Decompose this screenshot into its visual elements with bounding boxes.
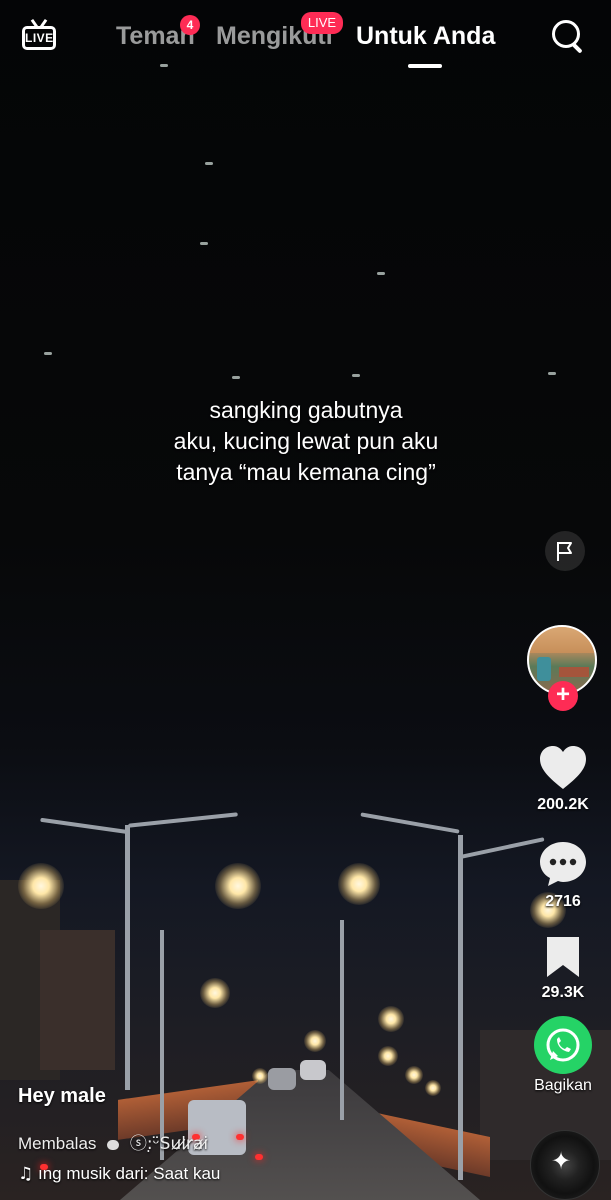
chat-bubble-icon bbox=[107, 1139, 120, 1150]
whatsapp-icon bbox=[546, 1028, 580, 1062]
comment-button[interactable]: 2716 bbox=[523, 840, 603, 911]
music-note-icon: ♫ bbox=[18, 1164, 34, 1184]
like-count: 200.2K bbox=[537, 796, 589, 813]
tab-mengikuti-live-badge: LIVE bbox=[301, 12, 343, 34]
follow-button[interactable]: + bbox=[548, 681, 578, 711]
caption-line: sangking gabutnya bbox=[209, 397, 403, 423]
bookmark-icon bbox=[547, 937, 579, 977]
live-button[interactable]: LIVE bbox=[22, 18, 62, 56]
tab-untuk-anda[interactable]: Untuk Anda bbox=[356, 22, 495, 51]
comment-count: 2716 bbox=[545, 893, 581, 910]
reply-prefix: Membalas bbox=[18, 1134, 97, 1153]
music-text: ıng musik dari: Saat kau bbox=[37, 1164, 221, 1183]
reply-target: ⓢ:̣ᵕ̈Su̷l̷r̷a̷i̷ bbox=[129, 1134, 209, 1154]
tab-teman-badge: 4 bbox=[180, 15, 200, 35]
heart-icon bbox=[540, 746, 586, 789]
search-button[interactable] bbox=[552, 20, 586, 54]
share-label-wrap: Bagikan bbox=[523, 1077, 603, 1095]
report-button[interactable] bbox=[545, 531, 585, 571]
like-button[interactable]: 200.2K bbox=[523, 745, 603, 814]
creator-username[interactable]: Hey male bbox=[18, 1085, 518, 1108]
top-navigation: LIVE Teman 4 Mengikuti LIVE Untuk Anda bbox=[0, 0, 611, 80]
music-disc-button[interactable]: ✦ bbox=[530, 1130, 600, 1200]
save-button[interactable]: 29.3K bbox=[523, 935, 603, 1002]
plus-icon: + bbox=[555, 681, 570, 708]
music-disc-icon: ✦ bbox=[551, 1147, 572, 1175]
flag-icon bbox=[557, 542, 572, 561]
music-info[interactable]: ♫ ıng musik dari: Saat kau bbox=[18, 1164, 220, 1184]
share-whatsapp-button[interactable] bbox=[534, 1016, 592, 1074]
live-button-label: LIVE bbox=[25, 31, 54, 45]
comment-icon bbox=[540, 842, 586, 886]
post-info: Hey male Membalas ⓢ:̣ᵕ̈Su̷l̷r̷a̷i̷ ♫ ıng… bbox=[18, 1085, 518, 1184]
save-count: 29.3K bbox=[541, 984, 585, 1001]
video-caption: sangking gabutnya aku, kucing lewat pun … bbox=[100, 395, 512, 488]
caption-line: aku, kucing lewat pun aku bbox=[173, 428, 439, 454]
share-label: Bagikan bbox=[534, 1077, 592, 1094]
video-screen[interactable]: LIVE Teman 4 Mengikuti LIVE Untuk Anda s… bbox=[0, 0, 611, 1200]
caption-line: tanya “mau kemana cing” bbox=[176, 459, 436, 485]
active-tab-indicator bbox=[408, 64, 442, 68]
reply-to-comment[interactable]: Membalas ⓢ:̣ᵕ̈Su̷l̷r̷a̷i̷ bbox=[18, 1129, 208, 1154]
